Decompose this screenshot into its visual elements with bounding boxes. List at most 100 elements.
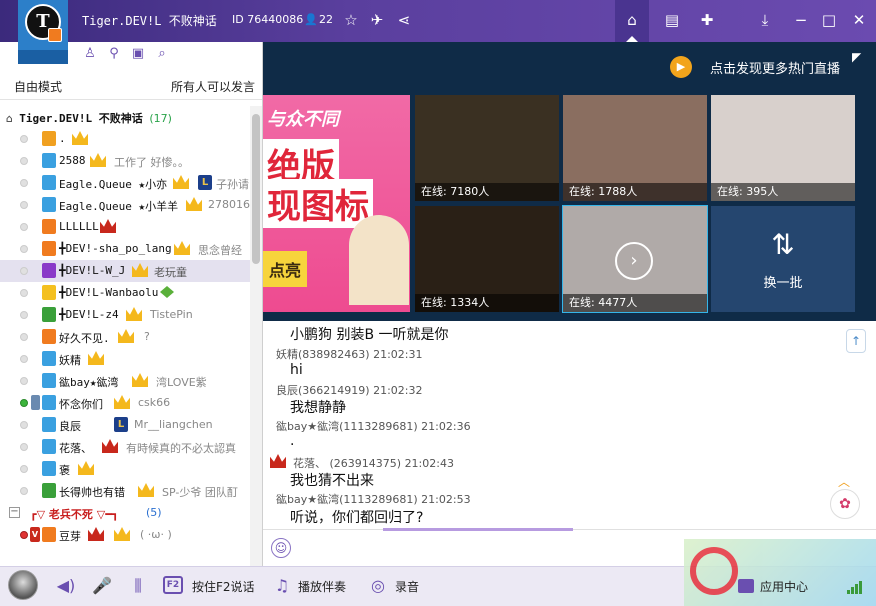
status-dot <box>20 443 28 451</box>
channel-tree: ⌂ Tiger.DEV!L 不败神话 (17) . 2588 工作了 好惨。。 … <box>0 106 250 566</box>
promo-banner[interactable]: 与众不同 绝版 现图标 点亮 <box>263 95 410 312</box>
list-item[interactable]: 谹bay★谹湾 湾LOVE紫 <box>0 370 250 392</box>
speaker-icon[interactable]: ◀) <box>56 576 76 596</box>
emoji-icon[interactable]: ☺ <box>271 538 291 558</box>
crown-icon <box>88 527 104 541</box>
push-to-talk-button[interactable]: 按住F2说话 <box>192 578 255 595</box>
status-dot <box>20 289 28 297</box>
list-item[interactable]: 怀念你们 csk66 <box>0 392 250 414</box>
flower-icon[interactable]: ✿ <box>830 489 860 519</box>
user-signature: 子孙请 <box>216 178 249 191</box>
crown-icon <box>114 395 130 409</box>
list-item[interactable]: Eagle.Queue ★小羊羊 278016 <box>0 194 250 216</box>
live-tile[interactable]: 在线: 1334人 <box>415 206 559 312</box>
avatar[interactable] <box>8 570 38 600</box>
play-icon[interactable]: › <box>615 242 653 280</box>
announcement-icon[interactable]: ▣ <box>130 46 146 62</box>
channel-logo[interactable]: T <box>18 0 68 64</box>
user-name: 豆芽 <box>59 530 81 543</box>
list-item[interactable]: . <box>0 128 250 150</box>
rank-icon <box>42 527 56 542</box>
record-icon[interactable]: ◎ <box>368 576 388 596</box>
user-signature: ( ·ω· ) <box>140 528 172 541</box>
online-count: 22 <box>319 13 333 26</box>
list-item[interactable]: ╋DEV!-sha_po_lang 思念曾经 <box>0 238 250 260</box>
status-dot <box>20 531 28 539</box>
download-icon[interactable]: ⤓ <box>756 11 774 29</box>
user-name: 谹bay★谹湾 <box>59 376 119 389</box>
rank-icon <box>42 395 56 410</box>
search-icon[interactable]: ⌕ <box>154 46 170 62</box>
live-tile[interactable]: 在线: 1788人 <box>563 95 707 201</box>
crown-icon <box>118 329 134 343</box>
discover-link[interactable]: 点击发现更多热门直播 <box>710 58 840 77</box>
list-item[interactable]: 良辰 L Mr__liangchen <box>0 414 250 436</box>
crown-icon <box>78 461 94 475</box>
live-tile[interactable]: 在线: 7180人 <box>415 95 559 201</box>
status-dot <box>20 201 28 209</box>
tab-list-icon[interactable]: ▤ <box>663 11 681 29</box>
list-item[interactable]: 2588 工作了 好惨。。 <box>0 150 250 172</box>
close-icon[interactable]: ✕ <box>850 11 868 29</box>
user-signature: 思念曾经 <box>198 244 242 257</box>
accompany-button[interactable]: 播放伴奏 <box>298 578 346 595</box>
favorite-star-icon[interactable]: ☆ <box>342 11 360 29</box>
list-item[interactable]: 褒 <box>0 458 250 480</box>
live-tile[interactable]: 在线: 395人 <box>711 95 855 201</box>
expand-up-icon[interactable]: ︿ <box>838 473 850 490</box>
corner-arrow-icon[interactable]: ◤ <box>852 50 870 68</box>
chat-message: . <box>290 433 295 449</box>
list-item[interactable]: 花落、 有時候真的不必太認真 <box>0 436 250 458</box>
list-item[interactable]: 好久不见. ? <box>0 326 250 348</box>
maximize-icon[interactable]: □ <box>820 11 838 29</box>
channel-id: ID 76440086 <box>232 13 304 26</box>
live-tile[interactable]: › 在线: 4477人 <box>562 205 708 313</box>
minimize-icon[interactable]: − <box>792 11 810 29</box>
tab-home[interactable]: ⌂ <box>615 0 649 42</box>
f2-key-icon[interactable]: F2 <box>163 576 183 594</box>
app-center-button[interactable]: 应用中心 <box>760 578 808 595</box>
plane-icon[interactable]: ✈ <box>368 11 386 29</box>
music-note-icon[interactable]: ♫ <box>272 576 292 596</box>
chat-meta: 谹bay★谹湾(1113289681) 21:02:53 <box>276 493 471 506</box>
location-icon[interactable]: ⚲ <box>106 46 122 62</box>
list-item[interactable]: V 豆芽 ( ·ω· ) <box>0 524 250 546</box>
tab-game-icon[interactable]: ✚ <box>698 11 716 29</box>
refresh-button[interactable]: ⇅ 换一批 <box>711 206 855 312</box>
microphone-icon[interactable]: 🎤 <box>92 576 112 596</box>
list-item[interactable]: Eagle.Queue ★小亦 L 子孙请 <box>0 172 250 194</box>
member-icon[interactable]: ♙ <box>82 46 98 62</box>
rank-icon <box>42 219 56 234</box>
chat-message: hi <box>290 362 303 378</box>
speak-rule[interactable]: 所有人可以发言 <box>171 78 255 95</box>
record-button[interactable]: 录音 <box>395 578 419 595</box>
crown-icon <box>186 197 202 211</box>
live-icon[interactable]: ▶ <box>670 56 692 78</box>
list-item[interactable]: ╋DEV!L-W_J 老玩童 <box>0 260 250 282</box>
scroll-top-icon[interactable]: ↑ <box>846 329 866 353</box>
share-icon[interactable]: ⋖ <box>395 11 413 29</box>
crown-icon <box>132 263 148 277</box>
list-item[interactable]: LLLLLL <box>0 216 250 238</box>
app-center-icon[interactable] <box>738 579 754 593</box>
list-item[interactable]: 长得帅也有错 SP-少爷 团队酊 <box>0 480 250 502</box>
league-icon: L <box>198 175 212 190</box>
chat-meta: 妖精(838982463) 21:02:31 <box>276 348 423 361</box>
rank-icon <box>42 197 56 212</box>
mode-label[interactable]: 自由模式 <box>14 78 62 95</box>
user-name: ╋DEV!L-W_J <box>59 264 126 277</box>
rank-icon <box>42 417 56 432</box>
scrollbar-thumb[interactable] <box>252 114 260 264</box>
logo-badge <box>48 28 62 42</box>
collapse-icon[interactable]: − <box>9 507 20 518</box>
rank-icon <box>42 153 56 168</box>
list-item[interactable]: ╋DEV!L-z4 TistePin <box>0 304 250 326</box>
group-old-soldiers[interactable]: − ┏▽ 老兵不死 ▽━┓ (5) <box>0 502 250 524</box>
mixer-icon[interactable]: ⫼ <box>128 576 148 596</box>
chat-meta: 谹bay★谹湾(1113289681) 21:02:36 <box>276 420 471 433</box>
channel-root[interactable]: ⌂ Tiger.DEV!L 不败神话 (17) <box>6 110 246 126</box>
list-item[interactable]: 妖精 <box>0 348 250 370</box>
list-item[interactable]: ╋DEV!L-Wanbaolu <box>0 282 250 304</box>
refresh-icon: ⇅ <box>771 228 795 261</box>
tree-scrollbar[interactable] <box>250 106 262 566</box>
